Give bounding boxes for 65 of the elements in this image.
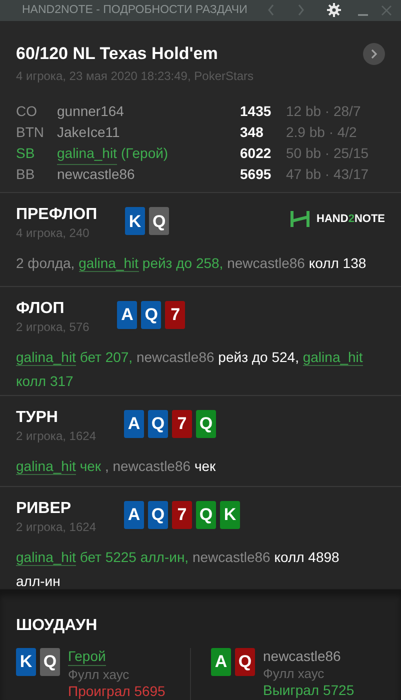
playing-card: K [220, 501, 240, 529]
street-title: ПРЕФЛОП [16, 205, 98, 226]
street-subtitle: 2 игрока, 1624 [16, 428, 96, 444]
playing-card: A [117, 300, 138, 329]
hand-rank: Фулл хаус [68, 666, 130, 683]
logo-icon [290, 209, 310, 230]
result-text: Проиграл 5695 [68, 683, 166, 700]
street-subtitle: 4 игрока, 240 [16, 225, 90, 242]
player-link[interactable]: galina_hit [302, 348, 363, 366]
playing-card: A [124, 501, 144, 529]
logo-text: HAND2NOTE [316, 212, 385, 228]
player-position: CO [16, 102, 38, 122]
playing-card: Q [149, 207, 170, 236]
player-stats: 47 bb · 43/17 [286, 165, 369, 184]
street-subtitle: 2 игрока, 1624 [16, 519, 96, 535]
street-subtitle: 2 игрока, 576 [16, 318, 90, 335]
showdown-title: ШОУДАУН [16, 617, 98, 634]
player-stack: 6022 [240, 144, 272, 164]
player-link[interactable]: galina_hit [16, 549, 76, 566]
window-title: HAND2NOTE - ПОДРОБНОСТИ РАЗДАЧИ [22, 2, 248, 18]
action-line: galina_hit чек , newcastle86 чек [16, 456, 217, 477]
playing-card: K [125, 207, 146, 236]
playing-card: 7 [172, 501, 192, 529]
player-name: newcastle86 [263, 648, 341, 665]
playing-card: Q [196, 410, 216, 438]
player-name: JakeIce11 [57, 123, 120, 142]
player-stats: 2.9 bb · 4/2 [286, 123, 357, 142]
hero-tag: (Герой) [120, 142, 168, 165]
player-position: SB [16, 144, 36, 164]
action-line: galina_hit бет 5225 алл-ин, newcastle86 колл 4898 алл-ин [16, 548, 340, 591]
playing-card: 7 [165, 300, 186, 329]
result-text: Выиграл 5725 [263, 682, 354, 699]
settings-icon[interactable] [327, 3, 342, 18]
player-stack: 1435 [240, 102, 272, 122]
player-name: newcastle86 [57, 165, 135, 184]
player-link[interactable]: galina_hit [16, 458, 76, 475]
player-position: BB [16, 165, 36, 184]
playing-card: Q [148, 501, 168, 529]
player-stats: 12 bb · 28/7 [286, 102, 361, 122]
playing-card: 7 [172, 410, 192, 438]
playing-card: Q [235, 648, 255, 676]
player-link[interactable]: galina_hit [16, 348, 76, 366]
street-title: ТУРН [16, 408, 59, 428]
street-title: ФЛОП [16, 298, 66, 319]
hand-rank: Фулл хаус [263, 665, 326, 682]
action-line: 2 фолда, galina_hit рейз до 258, newcastle86 колл 138 [16, 254, 368, 274]
player-stats: 50 bb · 25/15 [286, 144, 369, 164]
next-hand-icon[interactable] [363, 42, 385, 65]
playing-card: Q [40, 648, 60, 676]
player-link[interactable]: Герой [68, 648, 106, 666]
player-position: BTN [16, 123, 45, 142]
player-name: gunner164 [57, 102, 124, 122]
player-stack: 348 [240, 123, 264, 142]
player-link[interactable]: galina_hit [78, 255, 139, 272]
playing-card: A [211, 648, 231, 676]
playing-card: Q [148, 410, 168, 438]
hand-title: 60/120 NL Texas Hold'em [16, 42, 218, 65]
player-stack: 5695 [240, 165, 272, 184]
playing-card: Q [141, 300, 162, 329]
street-title: РИВЕР [16, 499, 72, 519]
playing-card: Q [196, 501, 216, 529]
action-line: galina_hit бет 207, newcastle86 рейз до 524, galina_hit колл 317 [16, 348, 364, 391]
player-link[interactable]: galina_hit [57, 142, 117, 165]
playing-card: K [16, 648, 36, 676]
playing-card: A [124, 410, 144, 438]
